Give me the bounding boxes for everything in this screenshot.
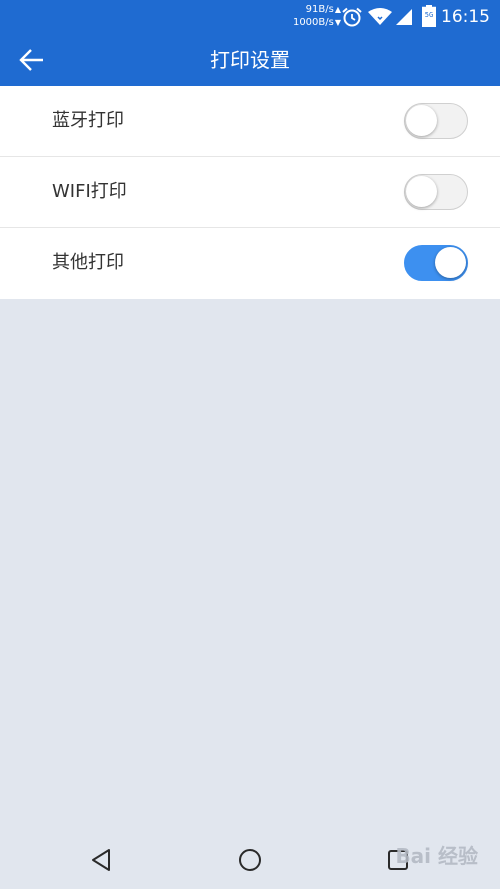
setting-label: 蓝牙打印	[52, 110, 124, 131]
other-print-toggle[interactable]	[404, 245, 468, 281]
wifi-print-toggle[interactable]	[404, 174, 468, 210]
setting-label: 其他打印	[52, 252, 124, 273]
bluetooth-print-toggle[interactable]	[404, 103, 468, 139]
download-speed: 1000B/s	[292, 17, 334, 28]
setting-row-bluetooth-print[interactable]: 蓝牙打印	[0, 86, 500, 157]
setting-label: WIFI打印	[52, 181, 127, 202]
toolbar: 打印设置	[0, 34, 500, 86]
toggle-knob	[406, 176, 437, 207]
upload-speed: 91B/s	[305, 4, 334, 15]
setting-row-wifi-print[interactable]: WIFI打印	[0, 157, 500, 228]
status-time: 16:15	[441, 7, 490, 27]
toggle-knob	[435, 247, 466, 278]
sim-label: 5G	[424, 11, 434, 19]
signal-icon	[396, 9, 412, 25]
network-speed: 91B/s▲ 1000B/s▼	[261, 3, 341, 29]
watermark-logo: Bai 经验	[395, 844, 478, 868]
nav-home-button[interactable]	[230, 844, 270, 876]
setting-row-other-print[interactable]: 其他打印	[0, 228, 500, 299]
home-circle-icon	[239, 849, 261, 871]
page-title: 打印设置	[210, 48, 290, 72]
back-triangle-icon	[92, 849, 110, 871]
settings-list: 蓝牙打印 WIFI打印 其他打印	[0, 86, 500, 299]
nav-back-button[interactable]	[81, 844, 121, 876]
status-bar: 91B/s▲ 1000B/s▼ 5G 16:15	[0, 0, 500, 34]
alarm-icon	[342, 7, 362, 27]
toggle-knob	[406, 105, 437, 136]
wifi-icon	[368, 8, 392, 25]
